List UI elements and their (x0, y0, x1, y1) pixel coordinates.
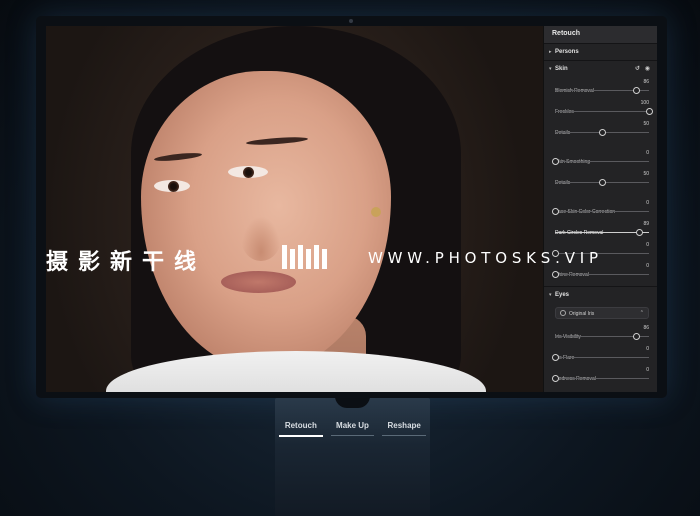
right-eye (228, 166, 268, 178)
slider-knob[interactable] (552, 208, 559, 215)
mode-tabs: Retouch Make Up Reshape (275, 418, 430, 440)
tab-retouch[interactable]: Retouch (275, 418, 327, 440)
slider-knob[interactable] (599, 129, 606, 136)
tab-reshape[interactable]: Reshape (378, 418, 430, 440)
watermark-chinese: 摄影新干线 (46, 250, 207, 275)
section-persons[interactable]: ▸ Persons (544, 43, 657, 60)
slider-details-2[interactable]: Details 50 (544, 169, 657, 190)
slider-blemish-removal[interactable]: Blemish Removal 86 (544, 77, 657, 98)
slider-knob[interactable] (552, 375, 559, 382)
monitor-stand: Retouch Make Up Reshape (275, 398, 430, 516)
watermark-url: WWW.PHOTOSKS.VIP (368, 249, 603, 267)
panel-title: Retouch (544, 26, 657, 43)
tab-make-up[interactable]: Make Up (327, 418, 379, 440)
monitor: Retouch ▸ Persons ▾ Skin ↺ ◉ Blemish Remov… (36, 16, 667, 398)
app-screen: Retouch ▸ Persons ▾ Skin ↺ ◉ Blemish Remov… (46, 26, 657, 392)
retouch-panel: Retouch ▸ Persons ▾ Skin ↺ ◉ Blemish Remov… (543, 26, 657, 392)
slider-knob[interactable] (646, 108, 653, 115)
portrait-photo[interactable] (46, 26, 543, 392)
slider-knob[interactable] (632, 87, 640, 94)
watermark: 摄影新干线 WWW.PHOTOSKS.VIP (0, 240, 700, 276)
iris-select[interactable]: Original Iris ⌃ (555, 307, 649, 319)
slider-freckles[interactable]: Freckles 100 (544, 98, 657, 119)
section-eyes[interactable]: ▾ Eyes (544, 286, 657, 303)
slider-iris-flare[interactable]: Iris Flare 0 (544, 344, 657, 365)
slider-knob[interactable] (635, 229, 643, 236)
eye-icon[interactable]: ◉ (645, 66, 650, 72)
slider-knob[interactable] (552, 354, 559, 361)
slider-knob[interactable] (632, 333, 640, 340)
reset-icon[interactable]: ↺ (635, 66, 640, 72)
slider-face-skin-color[interactable]: Face Skin Color Correction 0 (544, 198, 657, 219)
slider-dark-circles[interactable]: Dark Circles Removal 89 (544, 219, 657, 240)
watermark-logo (282, 245, 327, 269)
slider-knob[interactable] (552, 158, 559, 165)
slider-knob[interactable] (599, 179, 606, 186)
radio-icon (560, 310, 566, 316)
earring (371, 207, 381, 217)
chevron-updown-icon: ⌃ (639, 310, 644, 316)
slider-redness-removal[interactable]: Redness Removal 0 (544, 365, 657, 386)
section-skin[interactable]: ▾ Skin ↺ ◉ (544, 60, 657, 77)
camera-dot (349, 19, 353, 23)
slider-iris-visibility[interactable]: Iris Visibility 86 (544, 323, 657, 344)
slider-details-1[interactable]: Details 50 (544, 119, 657, 140)
left-eye (154, 180, 190, 192)
slider-skin-smoothing[interactable]: Skin Smoothing 0 (544, 148, 657, 169)
